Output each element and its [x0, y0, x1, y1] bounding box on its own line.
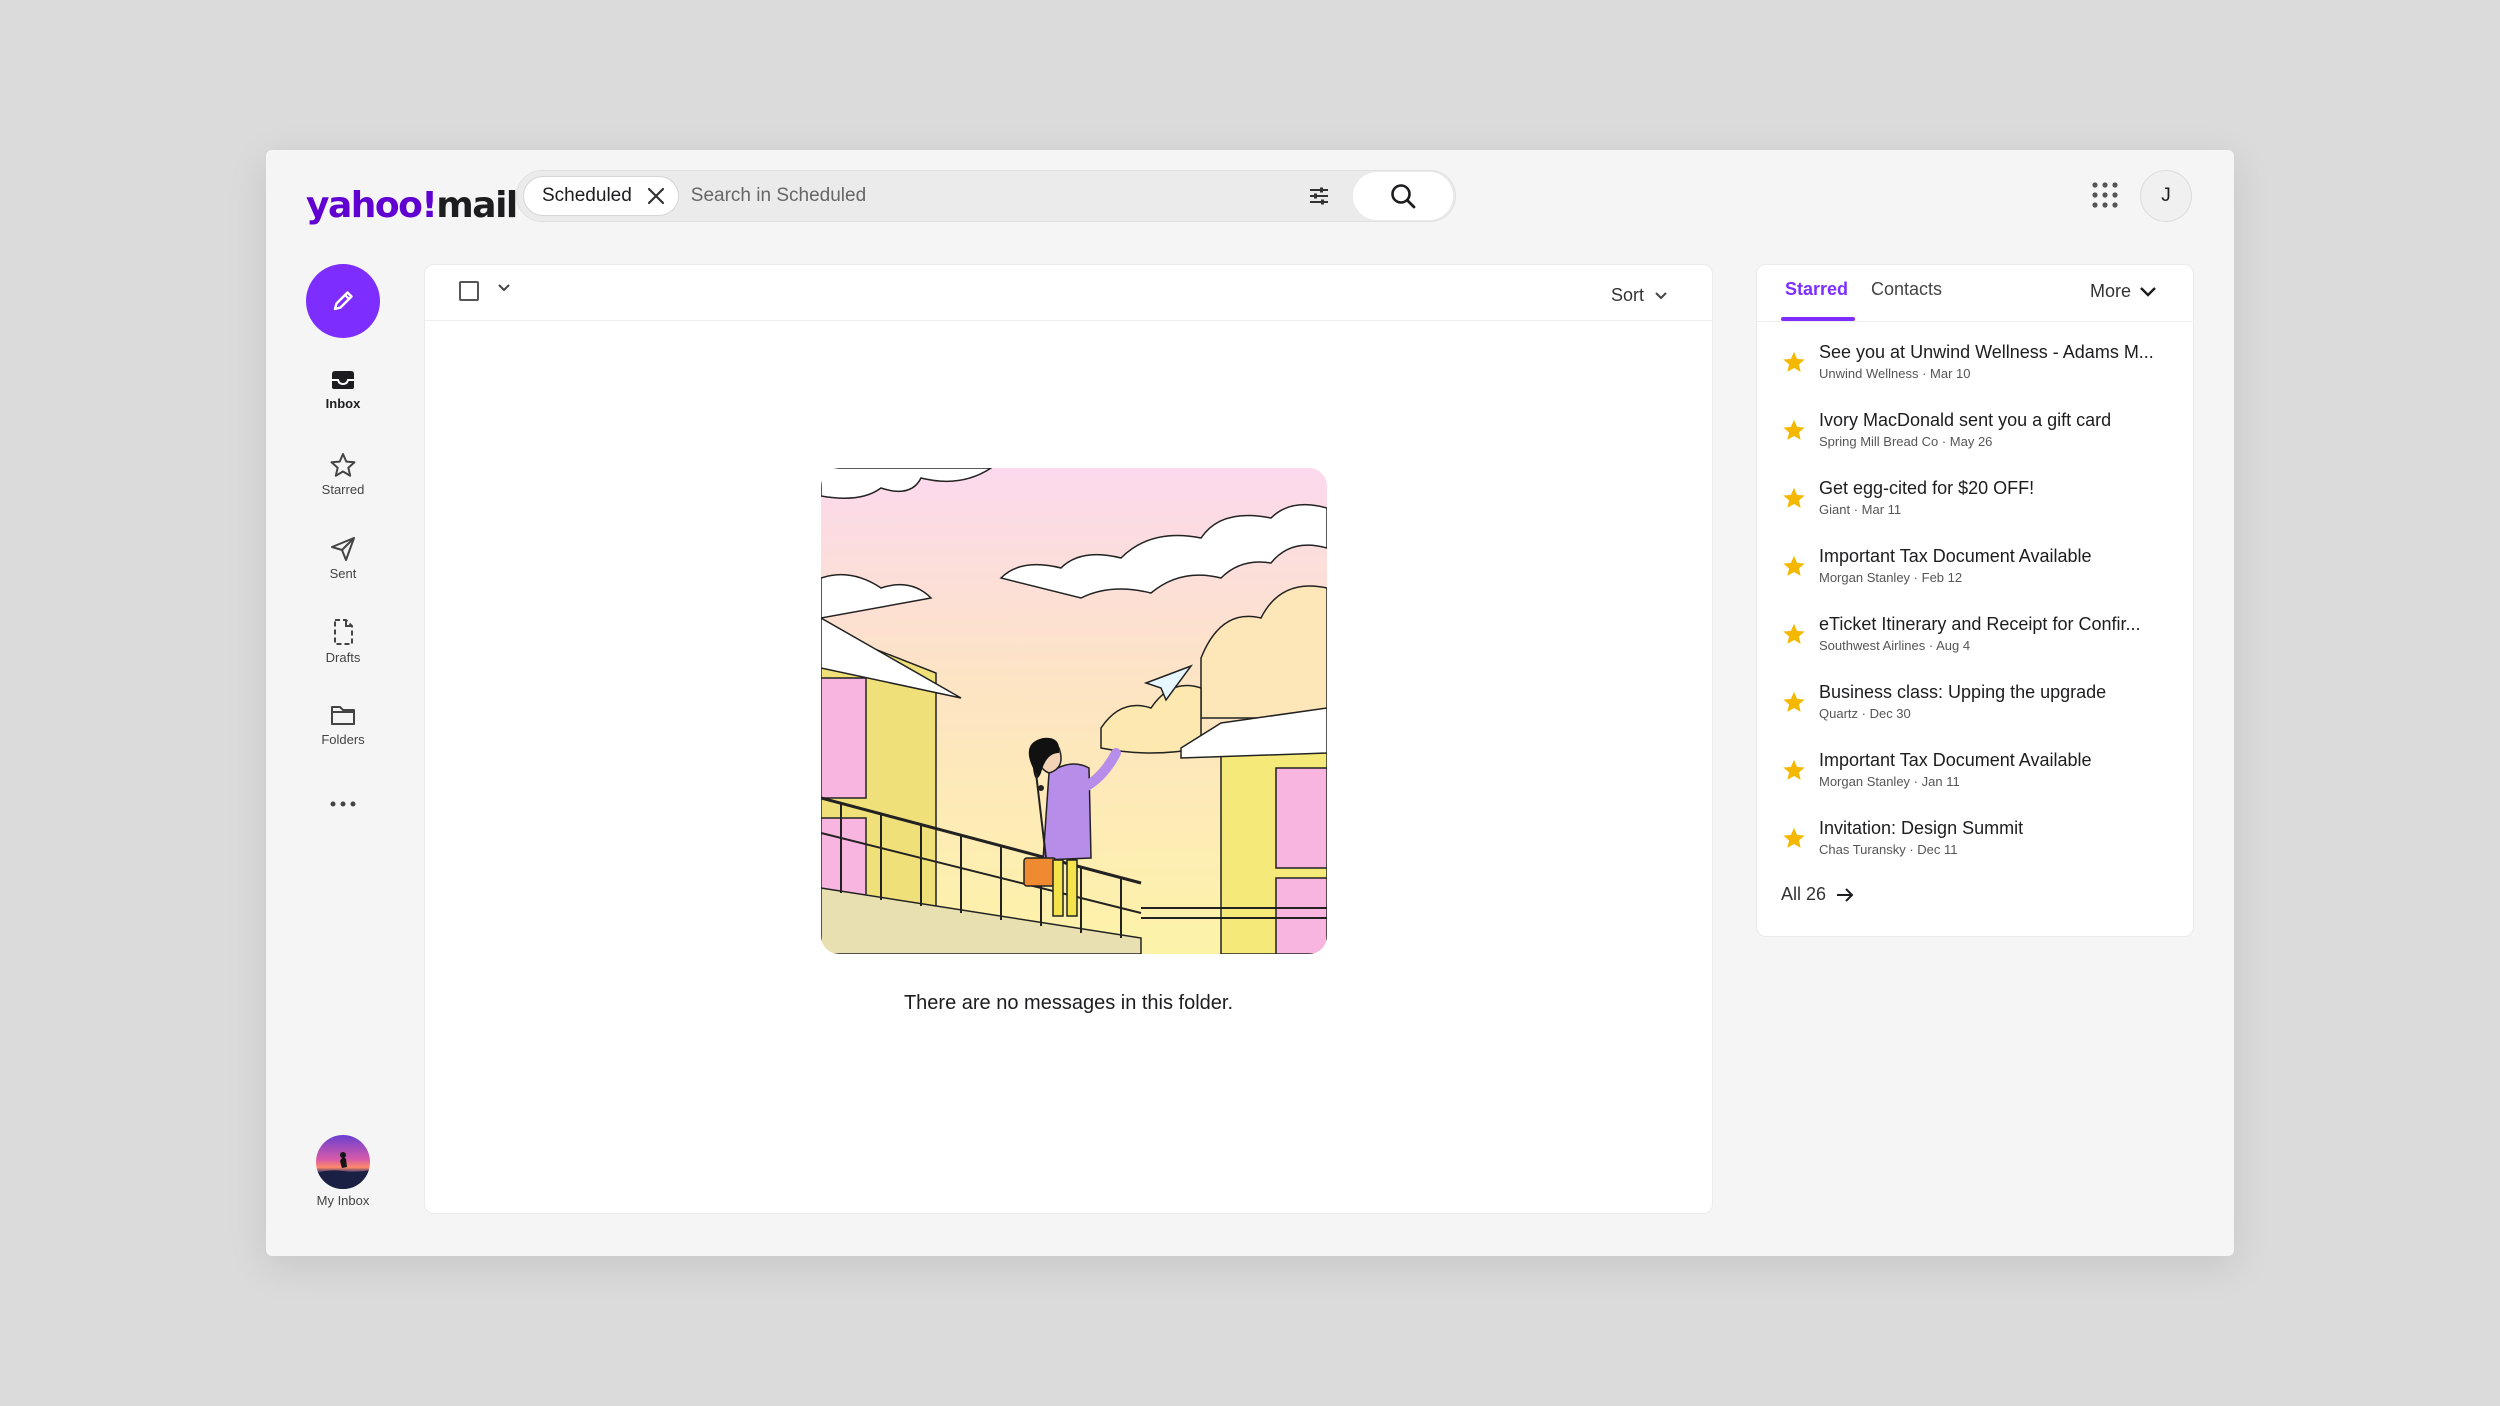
- star-filled-icon[interactable]: [1781, 689, 1807, 715]
- starred-item-sender: Quartz: [1819, 706, 1859, 721]
- starred-item[interactable]: Important Tax Document Available Morgan …: [1757, 545, 2193, 613]
- starred-item-subject: Invitation: Design Summit: [1819, 818, 2024, 838]
- select-all-checkbox[interactable]: [459, 281, 479, 301]
- search-bar: Scheduled: [516, 170, 1456, 222]
- arrow-right-icon: [1837, 887, 1854, 902]
- starred-item-date: Dec 11: [1917, 842, 1958, 857]
- starred-item[interactable]: Get egg-cited for $20 OFF! Giant · Mar 1…: [1757, 477, 2193, 545]
- starred-item-sender: Morgan Stanley: [1819, 570, 1911, 585]
- my-inbox-avatar: [316, 1135, 370, 1189]
- star-filled-icon[interactable]: [1781, 757, 1807, 783]
- starred-item-subject: Business class: Upping the upgrade: [1819, 682, 2107, 702]
- nav-item-starred[interactable]: Starred: [293, 452, 393, 512]
- active-tab-indicator: [1781, 317, 1855, 321]
- logo-yahoo-text: yahoo!: [306, 184, 438, 226]
- starred-message-list: See you at Unwind Wellness - Adams M... …: [1757, 341, 2193, 885]
- tab-contacts[interactable]: Contacts: [1871, 279, 1942, 300]
- empty-folder-message: There are no messages in this folder.: [903, 992, 1234, 1014]
- apps-grid-icon[interactable]: [2090, 180, 2120, 210]
- account-avatar[interactable]: J: [2140, 170, 2192, 222]
- empty-folder-illustration: [821, 468, 1327, 954]
- logo-mail-text: mail: [436, 184, 518, 226]
- starred-item-date: Jan 11: [1921, 774, 1960, 789]
- my-inbox-label: My Inbox: [316, 1193, 370, 1208]
- filter-sliders-icon[interactable]: [1307, 184, 1331, 208]
- more-options-icon[interactable]: [328, 796, 358, 807]
- starred-item[interactable]: eTicket Itinerary and Receipt for Confir…: [1757, 613, 2193, 681]
- nav-label-drafts: Drafts: [325, 650, 361, 665]
- draft-icon: [334, 619, 353, 645]
- star-filled-icon[interactable]: [1781, 485, 1807, 511]
- tab-starred[interactable]: Starred: [1785, 279, 1848, 300]
- starred-item[interactable]: See you at Unwind Wellness - Adams M... …: [1757, 341, 2193, 409]
- chip-label: Scheduled: [542, 185, 632, 206]
- nav-label-sent: Sent: [329, 566, 357, 581]
- star-filled-icon[interactable]: [1781, 553, 1807, 579]
- chevron-down-icon[interactable]: [497, 283, 511, 293]
- message-toolbar: Sort: [425, 265, 1712, 321]
- starred-item-sender: Unwind Wellness: [1819, 366, 1919, 381]
- starred-item-sender: Southwest Airlines: [1819, 638, 1926, 653]
- starred-item-sender: Giant: [1819, 502, 1851, 517]
- folder-icon: [331, 706, 355, 725]
- starred-item[interactable]: Business class: Upping the upgrade Quart…: [1757, 681, 2193, 749]
- star-filled-icon[interactable]: [1781, 621, 1807, 647]
- starred-item-sender: Morgan Stanley: [1819, 774, 1911, 789]
- starred-panel: Starred Contacts More See you at Unwind …: [1756, 264, 2194, 937]
- nav-item-inbox[interactable]: Inbox: [293, 368, 393, 428]
- starred-item-sender: Chas Turansky: [1819, 842, 1906, 857]
- starred-item-subject: Get egg-cited for $20 OFF!: [1819, 478, 2035, 498]
- starred-item-date: Mar 11: [1861, 502, 1902, 517]
- starred-item-date: Dec 30: [1869, 706, 1911, 721]
- send-icon: [331, 537, 355, 561]
- nav-item-folders[interactable]: Folders: [293, 702, 393, 762]
- star-filled-icon[interactable]: [1781, 349, 1807, 375]
- star-filled-icon[interactable]: [1781, 825, 1807, 851]
- starred-item-date: May 26: [1949, 434, 1993, 449]
- star-filled-icon[interactable]: [1781, 417, 1807, 443]
- more-label: More: [2089, 281, 2131, 301]
- nav-label-starred: Starred: [321, 482, 365, 497]
- scheduled-filter-chip[interactable]: Scheduled: [523, 176, 679, 216]
- starred-item-date: Feb 12: [1921, 570, 1963, 585]
- starred-item-sender: Spring Mill Bread Co: [1819, 434, 1939, 449]
- message-list-panel: Sort There are no messages in this folde…: [424, 264, 1713, 1214]
- search-icon: [1391, 184, 1416, 209]
- star-icon: [330, 453, 356, 477]
- view-all-starred-link[interactable]: All 26: [1781, 884, 1854, 905]
- my-inbox-button[interactable]: My Inbox: [293, 1135, 393, 1208]
- starred-item[interactable]: Important Tax Document Available Morgan …: [1757, 749, 2193, 817]
- compose-button[interactable]: [306, 264, 380, 338]
- starred-item[interactable]: Ivory MacDonald sent you a gift card Spr…: [1757, 409, 2193, 477]
- search-button[interactable]: [1353, 172, 1453, 220]
- mail-window: yahoo! mail Scheduled Search in Schedule…: [266, 150, 2234, 1256]
- more-menu-button[interactable]: More: [2090, 281, 2157, 302]
- inbox-icon: [332, 371, 354, 389]
- starred-item-subject: Important Tax Document Available: [1819, 750, 2092, 770]
- sort-button[interactable]: Sort: [1611, 285, 1668, 306]
- yahoo-mail-logo[interactable]: yahoo! mail: [306, 176, 518, 234]
- side-panel-tabs: Starred Contacts More: [1757, 265, 2193, 322]
- avatar-initial: J: [2161, 185, 2171, 206]
- starred-item-date: Aug 4: [1936, 638, 1971, 653]
- nav-label-folders: Folders: [321, 732, 365, 747]
- chevron-down-icon: [1655, 291, 1667, 299]
- starred-item-subject: eTicket Itinerary and Receipt for Confir…: [1819, 614, 2141, 634]
- search-input[interactable]: [678, 185, 1307, 207]
- nav-item-sent[interactable]: Sent: [293, 536, 393, 596]
- starred-item[interactable]: Invitation: Design Summit Chas Turansky …: [1757, 817, 2193, 885]
- starred-item-subject: Important Tax Document Available: [1819, 546, 2092, 566]
- all-starred-label: All 26: [1781, 884, 1827, 904]
- sort-label: Sort: [1610, 285, 1644, 305]
- chevron-down-icon: [2140, 286, 2156, 297]
- starred-item-subject: Ivory MacDonald sent you a gift card: [1819, 410, 2112, 430]
- pencil-icon: [333, 291, 353, 311]
- nav-item-drafts[interactable]: Drafts: [293, 618, 393, 678]
- starred-item-date: Mar 10: [1930, 366, 1971, 381]
- close-icon[interactable]: [646, 186, 666, 206]
- starred-item-subject: See you at Unwind Wellness - Adams M...: [1819, 342, 2154, 362]
- nav-label-inbox: Inbox: [325, 396, 361, 411]
